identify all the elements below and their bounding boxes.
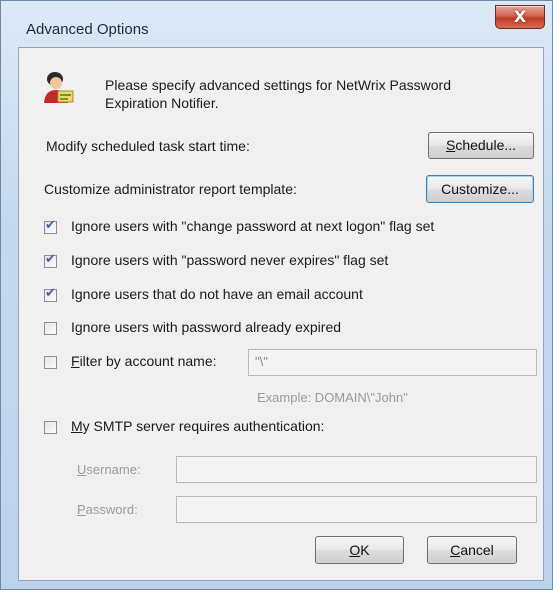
cancel-button[interactable]: Cancel <box>427 536 517 564</box>
close-icon: X <box>513 7 527 26</box>
schedule-button-label: Schedule... <box>445 137 517 153</box>
password-input[interactable] <box>176 496 537 523</box>
ok-button-label: OK <box>349 542 370 558</box>
username-input[interactable] <box>176 456 537 483</box>
ok-button[interactable]: OK <box>315 536 404 564</box>
title-bar[interactable]: Advanced Options X <box>1 1 553 38</box>
customize-button[interactable]: Customize... <box>426 175 534 203</box>
window-title: Advanced Options <box>26 21 149 38</box>
dialog-window: Advanced Options X Please specify advanc… <box>0 0 553 590</box>
option-checkbox-change-password[interactable] <box>44 218 57 234</box>
schedule-button[interactable]: Schedule... <box>428 132 534 159</box>
intro-line-1: Please specify advanced settings for Net… <box>105 77 452 93</box>
option-label-no-email[interactable]: Ignore users that do not have an email a… <box>71 286 363 302</box>
option-checkbox-no-email[interactable] <box>44 286 57 302</box>
smtp-auth-checkbox[interactable] <box>44 421 57 434</box>
customize-label: Customize administrator report template: <box>44 181 297 197</box>
customize-button-label: Customize... <box>441 181 519 197</box>
cancel-button-label: Cancel <box>450 542 494 558</box>
option-label-change-password[interactable]: Ignore users with "change password at ne… <box>71 218 434 234</box>
filter-account-input[interactable]: "\" <box>248 349 537 376</box>
intro-line-2: Expiration Notifier. <box>105 95 219 111</box>
filter-label[interactable]: Filter by account name: <box>71 353 217 369</box>
password-label: Password: <box>77 502 138 517</box>
option-label-already-expired[interactable]: Ignore users with password already expir… <box>71 319 341 335</box>
filter-checkbox[interactable] <box>44 356 57 369</box>
username-label: Username: <box>77 462 141 477</box>
option-label-never-expires[interactable]: Ignore users with "password never expire… <box>71 252 388 268</box>
schedule-label: Modify scheduled task start time: <box>46 138 250 154</box>
close-button[interactable]: X <box>495 5 545 29</box>
option-checkbox-never-expires[interactable] <box>44 252 57 268</box>
user-settings-icon <box>44 72 74 103</box>
dialog-body: Please specify advanced settings for Net… <box>18 47 544 581</box>
filter-example-text: Example: DOMAIN\"John" <box>257 390 408 405</box>
smtp-auth-label[interactable]: My SMTP server requires authentication: <box>71 418 324 434</box>
option-checkbox-already-expired[interactable] <box>44 322 57 335</box>
